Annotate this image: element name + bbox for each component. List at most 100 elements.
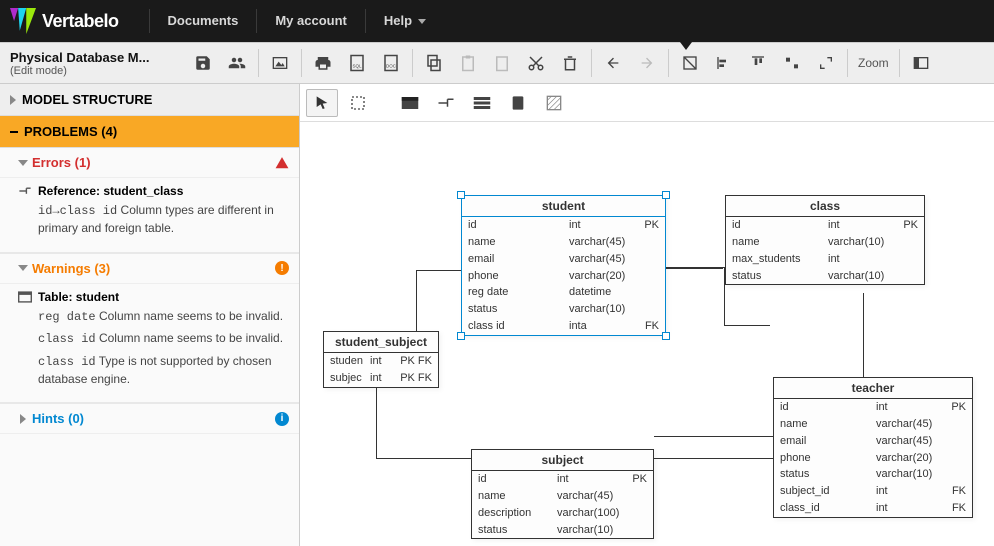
- resize-button[interactable]: [809, 47, 843, 79]
- error-item[interactable]: Reference: student_class id→class id Col…: [0, 178, 299, 254]
- connector[interactable]: [376, 458, 471, 459]
- redo-button[interactable]: [630, 47, 664, 79]
- share-button[interactable]: [220, 47, 254, 79]
- column-row[interactable]: max_studentsint: [726, 251, 924, 268]
- column-row[interactable]: subjecintPK FK: [324, 370, 438, 387]
- align-left-icon: [716, 55, 732, 71]
- tool-note[interactable]: [502, 89, 534, 117]
- copy-style-button[interactable]: [485, 47, 519, 79]
- tool-table[interactable]: [394, 89, 426, 117]
- diagram-canvas[interactable]: student idintPKnamevarchar(45)emailvarch…: [300, 122, 994, 546]
- doc-export-button[interactable]: DOC: [374, 47, 408, 79]
- table-icon: [18, 291, 32, 303]
- entity-student-subject[interactable]: student_subject studenintPK FKsubjecintP…: [323, 331, 439, 388]
- tool-marquee[interactable]: [342, 89, 374, 117]
- tool-select[interactable]: [306, 89, 338, 117]
- connector[interactable]: [654, 436, 776, 437]
- col-name: description: [478, 506, 557, 521]
- column-row[interactable]: class_idintFK: [774, 500, 972, 517]
- image-export-button[interactable]: [263, 47, 297, 79]
- sql-export-button[interactable]: SQL: [340, 47, 374, 79]
- connector[interactable]: [654, 458, 773, 459]
- nav-account[interactable]: My account: [256, 9, 365, 33]
- document-title-block[interactable]: Physical Database M... (Edit mode): [6, 48, 186, 79]
- column-row[interactable]: phonevarchar(20): [774, 450, 972, 467]
- column-row[interactable]: subject_idintFK: [774, 483, 972, 500]
- col-name: name: [478, 489, 557, 504]
- resize-handle[interactable]: [457, 332, 465, 340]
- panel-problems[interactable]: PROBLEMS (4): [0, 116, 299, 148]
- col-type: int: [828, 252, 898, 267]
- resize-icon: [818, 55, 834, 71]
- column-row[interactable]: namevarchar(45): [462, 234, 665, 251]
- column-row[interactable]: phonevarchar(20): [462, 268, 665, 285]
- column-row[interactable]: namevarchar(45): [472, 488, 653, 505]
- connector[interactable]: [724, 325, 770, 326]
- entity-class[interactable]: class idintPKnamevarchar(10)max_students…: [725, 195, 925, 285]
- connector[interactable]: [416, 270, 461, 271]
- warning-dot-icon: !: [275, 261, 289, 275]
- column-row[interactable]: emailvarchar(45): [462, 251, 665, 268]
- cut-button[interactable]: [519, 47, 553, 79]
- warn3-code: class id: [38, 355, 96, 369]
- resize-handle[interactable]: [662, 191, 670, 199]
- undo-button[interactable]: [596, 47, 630, 79]
- column-row[interactable]: namevarchar(45): [774, 416, 972, 433]
- column-row[interactable]: statusvarchar(10): [472, 522, 653, 539]
- canvas-area[interactable]: student idintPKnamevarchar(45)emailvarch…: [300, 84, 994, 546]
- col-name: name: [732, 235, 828, 250]
- column-row[interactable]: statusvarchar(10): [462, 301, 665, 318]
- warning-item[interactable]: Table: student reg date Column name seem…: [0, 284, 299, 405]
- column-row[interactable]: statusvarchar(10): [774, 466, 972, 483]
- tool-area[interactable]: [538, 89, 570, 117]
- connector[interactable]: [666, 268, 723, 269]
- column-row[interactable]: emailvarchar(45): [774, 433, 972, 450]
- column-row[interactable]: idintPK: [774, 399, 972, 416]
- resize-handle[interactable]: [457, 191, 465, 199]
- col-key: PK FK: [392, 371, 432, 386]
- entity-subject[interactable]: subject idintPKnamevarchar(45)descriptio…: [471, 449, 654, 539]
- nav-documents[interactable]: Documents: [149, 9, 257, 33]
- column-row[interactable]: idintPK: [462, 217, 665, 234]
- column-row[interactable]: class idintaFK: [462, 318, 665, 335]
- document-mode: (Edit mode): [10, 65, 182, 77]
- separator: [899, 49, 900, 77]
- resize-handle[interactable]: [662, 332, 670, 340]
- column-row[interactable]: namevarchar(10): [726, 234, 924, 251]
- chevron-down-icon: [418, 19, 426, 24]
- entity-student[interactable]: student idintPKnamevarchar(45)emailvarch…: [461, 195, 666, 336]
- svg-text:DOC: DOC: [386, 64, 397, 69]
- panel-toggle-button[interactable]: [904, 47, 938, 79]
- logo[interactable]: Vertabelo: [10, 8, 119, 34]
- align-left-button[interactable]: [707, 47, 741, 79]
- people-icon: [227, 54, 247, 72]
- align-top-button[interactable]: [741, 47, 775, 79]
- panel-model-structure[interactable]: MODEL STRUCTURE: [0, 84, 299, 116]
- column-row[interactable]: idintPK: [472, 471, 653, 488]
- print-button[interactable]: [306, 47, 340, 79]
- paste-button[interactable]: [451, 47, 485, 79]
- col-type: varchar(10): [828, 269, 898, 284]
- delete-button[interactable]: [553, 47, 587, 79]
- column-row[interactable]: descriptionvarchar(100): [472, 505, 653, 522]
- tool-reference[interactable]: [430, 89, 462, 117]
- entity-teacher[interactable]: teacher idintPKnamevarchar(45)emailvarch…: [773, 377, 973, 518]
- fit-button[interactable]: [673, 47, 707, 79]
- col-key: [639, 285, 659, 300]
- section-errors[interactable]: Errors (1): [0, 148, 299, 178]
- distribute-button[interactable]: [775, 47, 809, 79]
- section-hints[interactable]: Hints (0) i: [0, 404, 299, 434]
- col-type: varchar(10): [828, 235, 898, 250]
- nav-help[interactable]: Help: [365, 9, 444, 33]
- copy-button[interactable]: [417, 47, 451, 79]
- save-button[interactable]: [186, 47, 220, 79]
- column-row[interactable]: studenintPK FK: [324, 353, 438, 370]
- column-row[interactable]: statusvarchar(10): [726, 268, 924, 285]
- section-warnings[interactable]: Warnings (3) !: [0, 254, 299, 284]
- toolbar: Physical Database M... (Edit mode) SQL D…: [0, 42, 994, 84]
- column-row[interactable]: idintPK: [726, 217, 924, 234]
- fit-icon: [682, 55, 698, 71]
- column-row[interactable]: reg datedatetime: [462, 284, 665, 301]
- error-ref-code: id→class id: [38, 204, 117, 218]
- tool-view[interactable]: [466, 89, 498, 117]
